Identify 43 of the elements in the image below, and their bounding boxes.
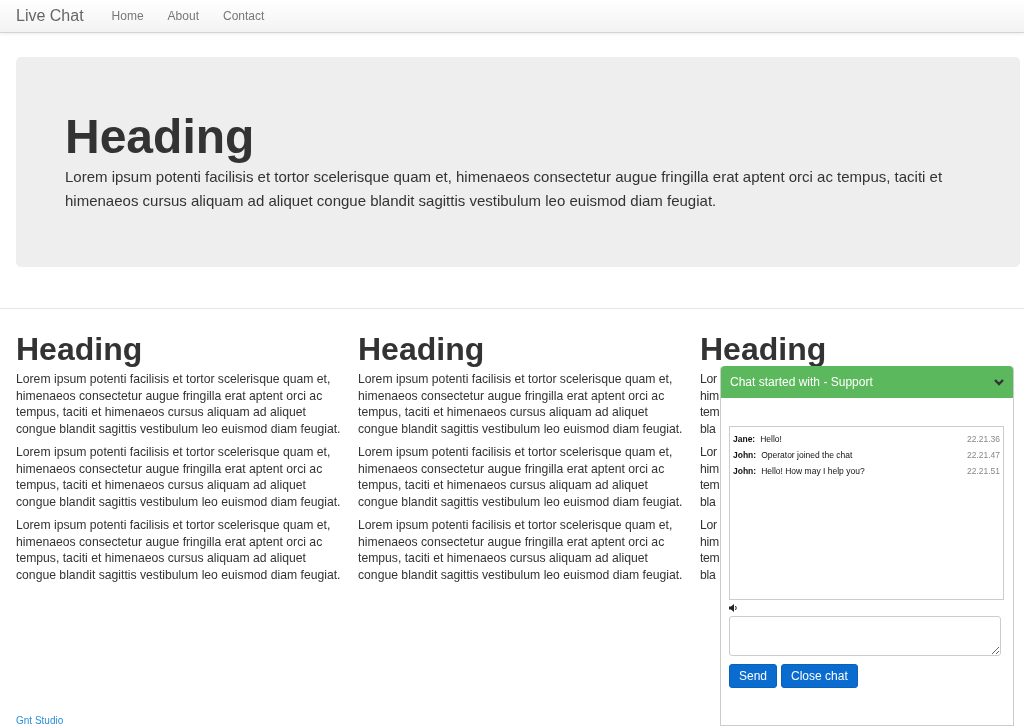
covered-text: tem: [700, 477, 720, 494]
column-paragraph: Lorem ipsum potenti facilisis et tortor scelerisque quam et, himenaeos consectetur augue fringilla erat aptent orci ac tempus, taciti et himenaeos cursus aliquam ad aliquet congue blandit sagittis vestibulum leo euismod diam feugiat.: [16, 444, 342, 510]
column-heading: Heading: [358, 331, 486, 367]
covered-text: tem: [700, 550, 720, 567]
speaker-icon[interactable]: [729, 604, 739, 612]
footer-link[interactable]: Gnt Studio: [16, 715, 64, 726]
column-paragraph: Lorem ipsum potenti facilisis et tortor scelerisque quam et, himenaeos consectetur augue fringilla erat aptent orci ac tempus, taciti et himenaeos cursus aliquam ad aliquet congue blandit sagittis vestibulum leo euismod diam feugiat.: [16, 517, 342, 583]
column-heading: Heading: [700, 331, 828, 367]
chat-button[interactable]: Send: [729, 664, 778, 688]
message-sender: John:: [733, 449, 757, 462]
message-time: 22.21.36: [966, 433, 1000, 446]
covered-text: bla: [700, 566, 716, 583]
nav-link[interactable]: Contact: [222, 9, 265, 23]
message-text: Hello!: [760, 433, 783, 446]
message-time: 22.21.47: [966, 449, 1000, 462]
chat-button[interactable]: Close chat: [781, 664, 858, 688]
brand-link[interactable]: Live Chat: [16, 7, 84, 25]
column-paragraph: Lorem ipsum potenti facilisis et tortor scelerisque quam et, himenaeos consectetur augue fringilla erat aptent orci ac tempus, taciti et himenaeos cursus aliquam ad aliquet congue blandit sagittis vestibulum leo euismod diam feugiat.: [358, 444, 684, 510]
covered-text: him: [700, 460, 719, 477]
jumbotron-text: Lorem ipsum potenti facilisis et tortor scelerisque quam et, himenaeos consectetur augue fringilla erat aptent orci ac tempus, taciti et himenaeos cursus aliquam ad aliquet congue blandit sagittis vestibulum leo euismod diam feugiat.: [65, 167, 944, 211]
covered-text: Lor: [700, 444, 717, 461]
covered-text: Lor: [700, 517, 717, 534]
column-paragraph: Lorem ipsum potenti facilisis et tortor scelerisque quam et, himenaeos consectetur augue fringilla erat aptent orci ac tempus, taciti et himenaeos cursus aliquam ad aliquet congue blandit sagittis vestibulum leo euismod diam feugiat.: [358, 371, 684, 437]
chat-title: Chat started with - Support: [730, 375, 873, 389]
chevron-icon[interactable]: [994, 378, 1004, 386]
covered-text: him: [700, 533, 719, 550]
covered-text: bla: [700, 420, 716, 437]
jumbotron-heading: Heading: [65, 109, 256, 165]
covered-text: Lor: [700, 371, 717, 388]
message-text: Operator joined the chat: [761, 449, 854, 462]
covered-text: bla: [700, 493, 716, 510]
message-sender: John:: [733, 465, 757, 478]
message-sender: Jane:: [733, 433, 756, 446]
covered-text: him: [700, 387, 719, 404]
column-paragraph: Lorem ipsum potenti facilisis et tortor scelerisque quam et, himenaeos consectetur augue fringilla erat aptent orci ac tempus, taciti et himenaeos cursus aliquam ad aliquet congue blandit sagittis vestibulum leo euismod diam feugiat.: [358, 517, 684, 583]
covered-text: tem: [700, 404, 720, 421]
message-time: 22.21.51: [966, 465, 1000, 478]
column-paragraph: Lorem ipsum potenti facilisis et tortor scelerisque quam et, himenaeos consectetur augue fringilla erat aptent orci ac tempus, taciti et himenaeos cursus aliquam ad aliquet congue blandit sagittis vestibulum leo euismod diam feugiat.: [16, 371, 342, 437]
message-text: Hello! How may I help you?: [761, 465, 866, 478]
nav-link[interactable]: About: [167, 9, 199, 23]
message-input[interactable]: [729, 616, 1001, 656]
nav-link[interactable]: Home: [111, 9, 144, 23]
column-heading: Heading: [16, 331, 144, 367]
